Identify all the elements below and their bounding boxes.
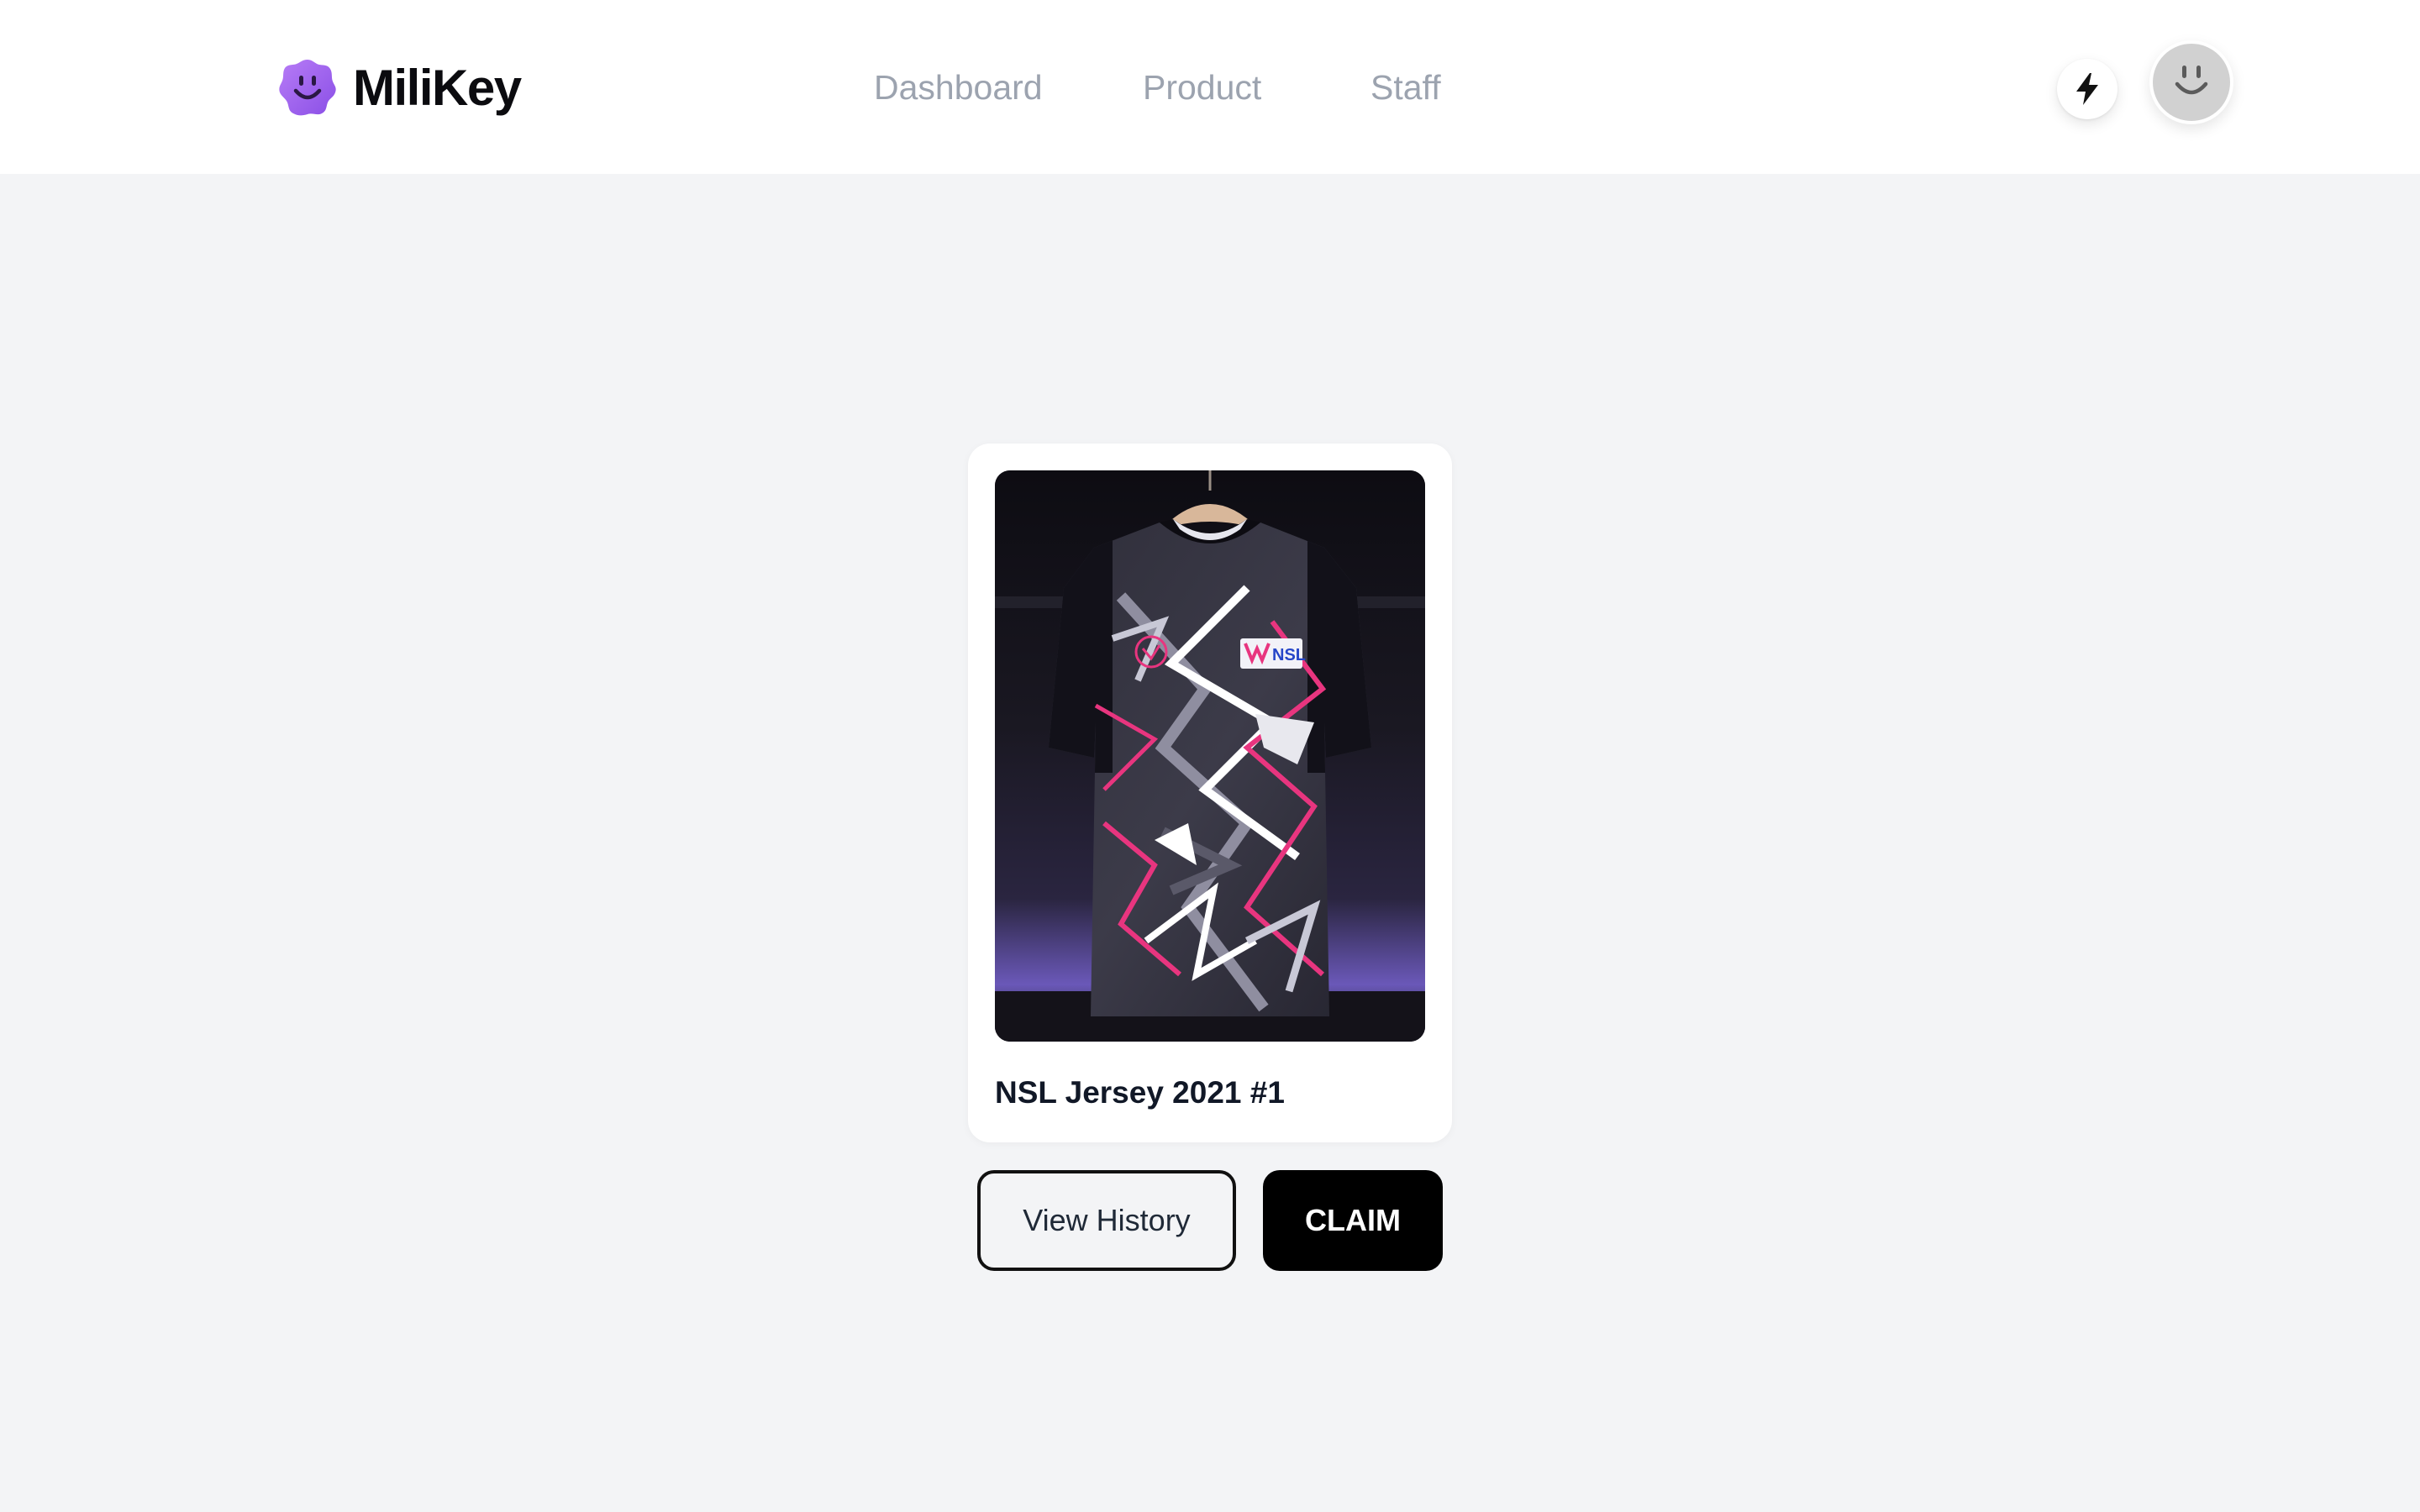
- nav-item-dashboard[interactable]: Dashboard: [874, 62, 1043, 113]
- jersey-photo: NSL: [995, 470, 1425, 1042]
- smiley-avatar-icon: [2175, 66, 2208, 95]
- lightning-bolt-icon: [2076, 73, 2098, 105]
- user-avatar[interactable]: [2149, 40, 2233, 124]
- lightning-button[interactable]: [2057, 59, 2118, 119]
- view-history-button[interactable]: View History: [977, 1170, 1236, 1271]
- product-image: NSL: [995, 470, 1425, 1042]
- svg-text:NSL: NSL: [1272, 646, 1306, 664]
- product-card: NSL NSL Jersey 2021 #1: [968, 444, 1452, 1142]
- nav-item-product[interactable]: Product: [1143, 62, 1261, 113]
- product-title: NSL Jersey 2021 #1: [995, 1075, 1285, 1110]
- claim-button[interactable]: CLAIM: [1263, 1170, 1443, 1271]
- top-navigation-bar: MiliKey Dashboard Product Staff: [0, 0, 2420, 174]
- nav-item-staff[interactable]: Staff: [1370, 62, 1441, 113]
